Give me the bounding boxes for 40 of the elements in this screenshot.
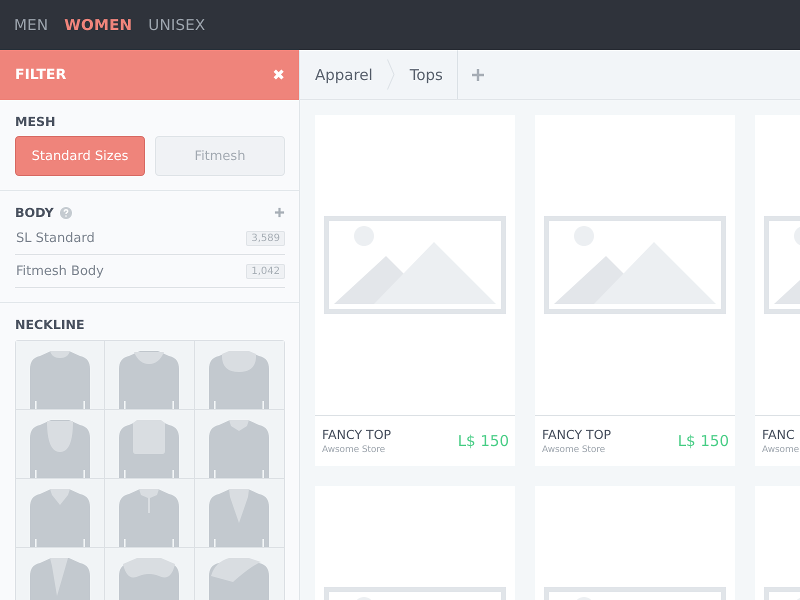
count-badge: 3,589 [246, 230, 285, 246]
product-card[interactable]: FANCY TOP Awsome Store L$ 150 [315, 115, 515, 466]
section-title: MESH [15, 114, 56, 129]
store-name: Awsome Store [322, 445, 386, 455]
plus-icon[interactable] [274, 207, 285, 218]
plus-icon [472, 68, 484, 80]
breadcrumb-link[interactable]: Tops [394, 50, 457, 99]
neckline-option[interactable] [105, 341, 195, 410]
filter-title: FILTER [15, 67, 66, 83]
product-price: L$ 150 [458, 432, 509, 450]
category-tab[interactable]: MEN [14, 16, 48, 34]
product-card[interactable]: FANCY TOP Awsome Store L$ 150 [535, 115, 735, 466]
breadcrumb-link[interactable]: Apparel [300, 50, 387, 99]
product-price: L$ 150 [678, 432, 729, 450]
mesh-option-button[interactable]: Standard Sizes [15, 136, 145, 176]
neckline-option[interactable] [16, 479, 106, 548]
body-label: Fitmesh Body [16, 264, 104, 278]
body-list-item[interactable]: Fitmesh Body 1,042 [15, 255, 285, 288]
body-list-item[interactable]: SL Standard 3,589 [15, 222, 285, 255]
product-name: FANC [762, 427, 796, 442]
category-tab[interactable]: WOMEN [64, 16, 132, 34]
count-badge: 1,042 [246, 264, 285, 278]
neckline-option[interactable] [194, 341, 284, 410]
image-placeholder-icon [324, 216, 506, 314]
section-title: NECKLINE [15, 317, 86, 332]
neckline-option[interactable] [105, 410, 195, 479]
neckline-option[interactable] [16, 341, 106, 410]
help-icon[interactable] [60, 206, 72, 218]
section-title: BODY [15, 205, 54, 220]
neckline-option[interactable] [16, 410, 106, 479]
store-name: Awsome [762, 445, 800, 455]
image-placeholder-icon [544, 216, 726, 314]
category-tab[interactable]: UNISEX [148, 16, 206, 34]
product-name: FANCY TOP [322, 427, 392, 442]
close-button[interactable]: ✖ [272, 66, 285, 84]
store-name: Awsome Store [542, 445, 606, 455]
product-name: FANCY TOP [542, 427, 612, 442]
product-card[interactable]: FANC Awsome [755, 115, 800, 466]
body-label: SL Standard [16, 230, 95, 246]
neckline-option[interactable] [105, 479, 195, 548]
